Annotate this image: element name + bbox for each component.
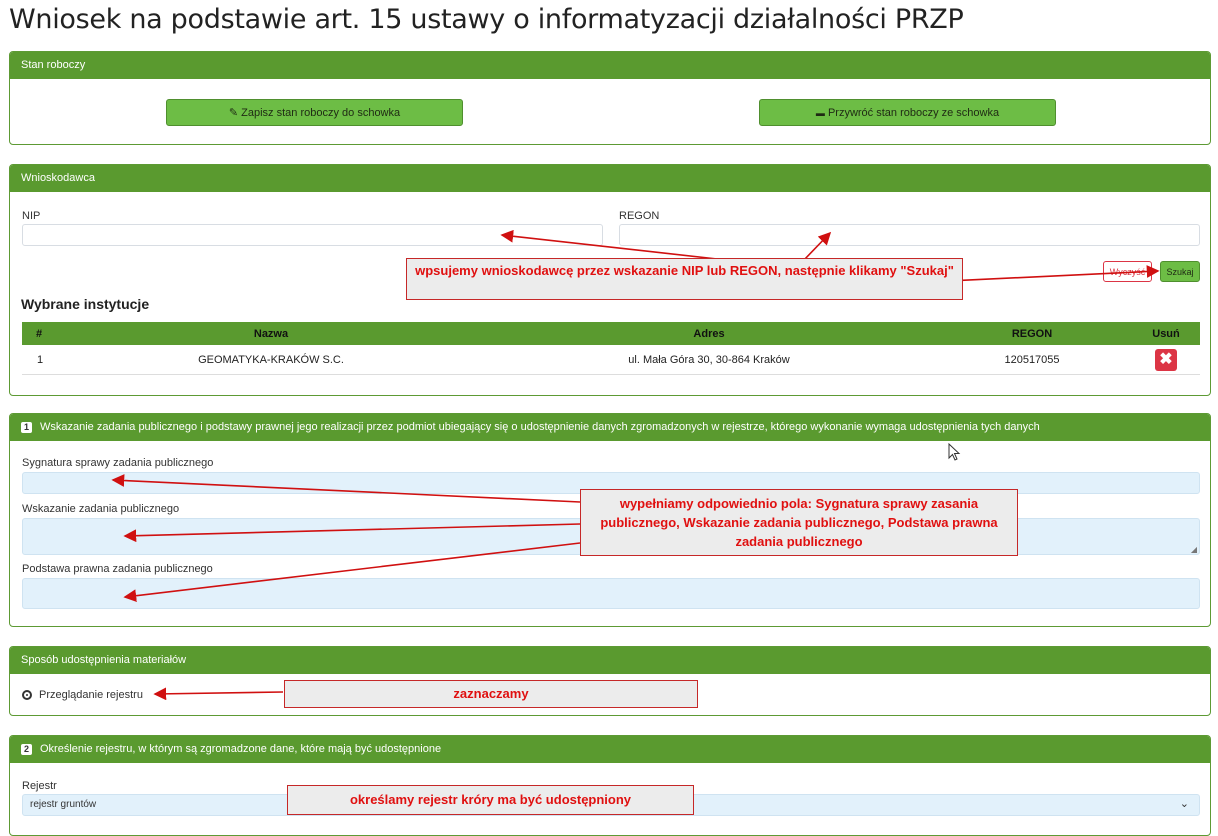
page-title: Wniosek na podstawie art. 15 ustawy o in… [9,4,964,35]
annotation-register-note: określamy rejestr króry ma być udostępni… [287,785,694,815]
register-card-header: 2 Określenie rejestru, w którym są zgrom… [10,736,1210,763]
row-delete-cell: ✖ [1132,345,1200,375]
sharing-method-card-header: Sposób udostępnienia materiałów [10,647,1210,674]
annotation-fields-note: wypełniamy odpowiednio pola: Sygnatura s… [580,489,1018,556]
column-header-delete: Usuń [1132,322,1200,345]
save-draft-label: Zapisz stan roboczy do schowka [241,107,401,119]
close-icon: ✖ [1159,350,1173,368]
browse-register-label[interactable]: Przeglądanie rejestru [39,689,143,701]
chevron-down-icon: ⌄ [1179,798,1189,810]
column-header-address: Adres [486,322,932,345]
row-regon: 120517055 [932,345,1132,375]
save-draft-button[interactable]: ✎ Zapisz stan roboczy do schowka [166,99,463,126]
regon-input[interactable] [619,224,1200,246]
row-address: ul. Mała Góra 30, 30-864 Kraków [486,345,932,375]
register-label: Rejestr [22,780,57,792]
draft-card: Stan roboczy ✎ Zapisz stan roboczy do sc… [9,51,1211,145]
applicant-card-title: Wnioskodawca [21,172,95,184]
annotation-fields-text: wypełniamy odpowiednio pola: Sygnatura s… [600,496,998,549]
draft-card-header: Stan roboczy [10,52,1210,79]
draft-card-title: Stan roboczy [21,59,86,71]
inbox-icon: ▬ [815,108,825,118]
legal-basis-label: Podstawa prawna zadania publicznego [22,563,213,575]
browse-register-radio[interactable] [22,690,32,700]
register-select-value: rejestr gruntów [30,799,97,810]
task-indication-label: Wskazanie zadania publicznego [22,503,180,515]
row-name: GEOMATYKA-KRAKÓW S.C. [56,345,486,375]
mouse-cursor-icon [948,442,962,468]
column-header-name: Nazwa [56,322,486,345]
column-header-number: # [22,322,56,345]
search-button-label: Szukaj [1166,267,1194,277]
institutions-table: # Nazwa Adres REGON Usuń 1 GEOMATYKA-KRA… [22,322,1200,375]
row-number: 1 [22,345,56,375]
public-task-card-header: 1 Wskazanie zadania publicznego i podsta… [10,414,1210,441]
step-number-badge: 1 [21,422,32,433]
nip-label: NIP [22,210,41,222]
nip-input[interactable] [22,224,603,246]
annotation-radio-note: zaznaczamy [284,680,698,708]
restore-draft-button[interactable]: ▬ Przywróć stan roboczy ze schowka [759,99,1056,126]
legal-basis-input[interactable] [22,578,1200,609]
register-card-title: Określenie rejestru, w którym są zgromad… [40,743,442,755]
step-number-badge: 2 [21,744,32,755]
restore-draft-label: Przywróć stan roboczy ze schowka [827,107,1000,119]
annotation-register-text: określamy rejestr króry ma być udostępni… [349,792,632,807]
case-signature-label: Sygnatura sprawy zadania publicznego [22,457,214,469]
applicant-card-header: Wnioskodawca [10,165,1210,192]
selected-institutions-title: Wybrane instytucje [21,296,150,312]
search-button[interactable]: Szukaj [1160,261,1200,282]
regon-label: REGON [619,210,660,222]
annotation-applicant-text: wpsujemy wnioskodawcę przez wskazanie NI… [415,263,954,278]
delete-row-button[interactable]: ✖ [1155,348,1177,371]
institutions-table-header-row: # Nazwa Adres REGON Usuń [22,322,1200,345]
annotation-radio-text: zaznaczamy [453,686,529,701]
table-row: 1 GEOMATYKA-KRAKÓW S.C. ul. Mała Góra 30… [22,345,1200,375]
sharing-method-card-title: Sposób udostępnienia materiałów [21,654,187,666]
pencil-icon: ✎ [228,107,239,119]
clear-button-label: Wyczyść [1109,267,1146,277]
clear-button[interactable]: Wyczyść [1103,261,1152,282]
public-task-card-title: Wskazanie zadania publicznego i podstawy… [40,421,1040,433]
column-header-regon: REGON [932,322,1132,345]
resize-handle-icon[interactable]: ◢ [1191,545,1197,554]
annotation-applicant-note: wpsujemy wnioskodawcę przez wskazanie NI… [406,258,963,300]
